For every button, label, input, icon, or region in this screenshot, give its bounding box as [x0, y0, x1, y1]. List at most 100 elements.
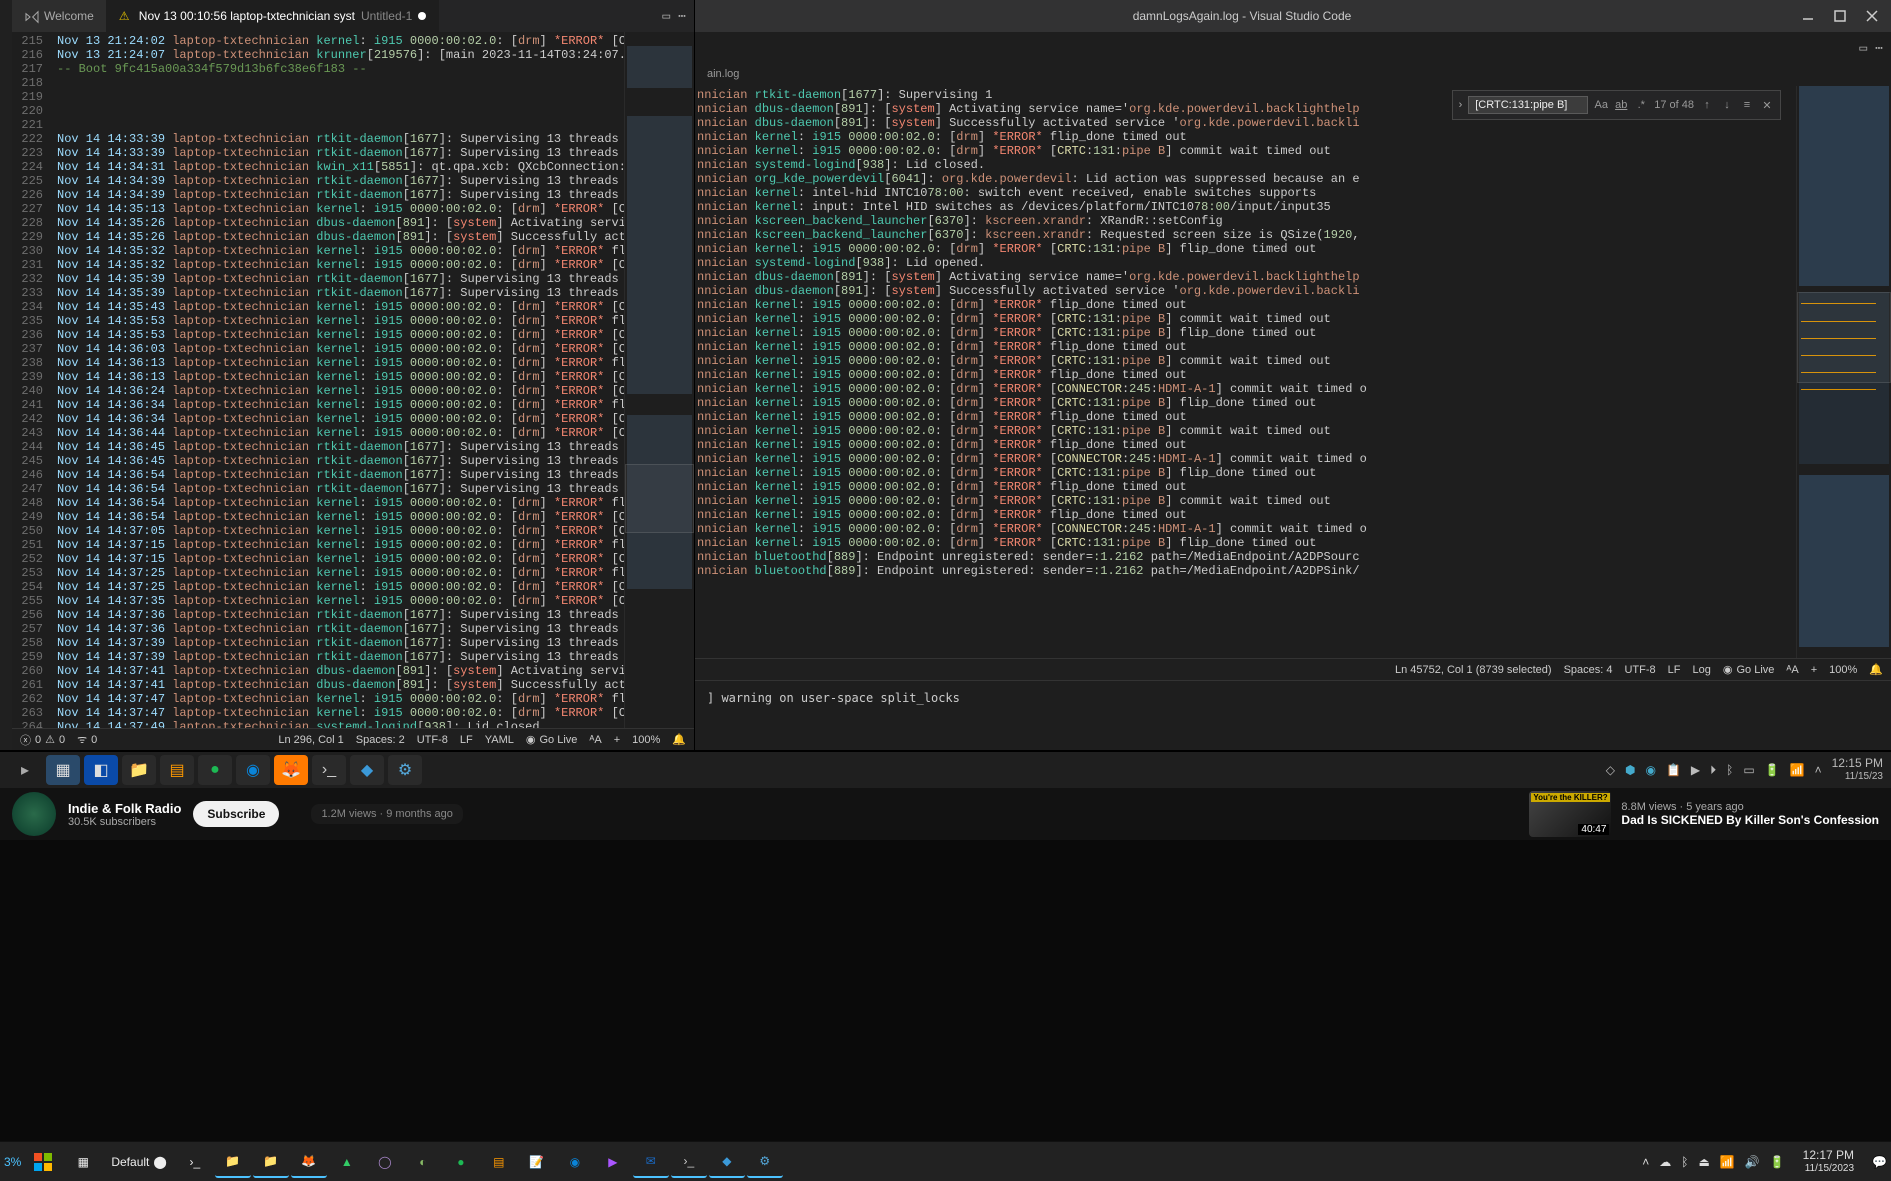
find-input[interactable]: [1468, 96, 1588, 114]
more-actions-icon[interactable]: ⋯: [1875, 41, 1883, 56]
tray-bluetooth-icon[interactable]: ᛒ: [1726, 763, 1733, 777]
tray-display-icon[interactable]: ▭: [1743, 763, 1754, 777]
status-bell-right[interactable]: 🔔: [1869, 663, 1883, 676]
spotify-task-icon[interactable]: ●: [443, 1146, 479, 1178]
tray-notify-icon[interactable]: ◇: [1606, 763, 1615, 777]
start-here-icon[interactable]: ◧: [84, 755, 118, 785]
maximize-button[interactable]: [1825, 4, 1855, 28]
status-cursor-left[interactable]: Ln 296, Col 1: [278, 734, 343, 746]
tray-chevron-icon[interactable]: ˄: [1815, 763, 1822, 777]
start-button[interactable]: [23, 1146, 63, 1178]
explorer2-task-icon[interactable]: 📁: [253, 1146, 289, 1178]
status-ports[interactable]: ᯤ0: [77, 732, 97, 747]
tray-bluetooth2-icon[interactable]: ᛒ: [1681, 1155, 1688, 1169]
minimize-button[interactable]: [1793, 4, 1823, 28]
files-icon[interactable]: 📁: [122, 755, 156, 785]
outlook-task-icon[interactable]: ✉: [633, 1146, 669, 1178]
find-next-icon[interactable]: ↓: [1720, 99, 1734, 111]
tray-batt2-icon[interactable]: 🔋: [1770, 1155, 1785, 1169]
subscribe-button[interactable]: Subscribe: [193, 801, 279, 827]
find-prev-icon[interactable]: ↑: [1700, 99, 1714, 111]
status-lang-left[interactable]: YAML: [485, 734, 514, 746]
taskmgr-icon[interactable]: ▦: [46, 755, 80, 785]
tray-wifi2-icon[interactable]: 📶: [1720, 1155, 1735, 1169]
breadcrumb-right[interactable]: ain.log: [695, 64, 1891, 86]
status-lang-right[interactable]: Log: [1693, 664, 1711, 676]
status-cursor-right[interactable]: Ln 45752, Col 1 (8739 selected): [1395, 664, 1552, 676]
layers-task-icon[interactable]: ▤: [481, 1146, 517, 1178]
status-bell-left[interactable]: 🔔: [672, 733, 686, 746]
terminal-icon[interactable]: ›_: [312, 755, 346, 785]
video-thumbnail[interactable]: You're the KILLER? 40:47: [1529, 791, 1611, 837]
vscode-task-icon[interactable]: ◆: [350, 755, 384, 785]
regex-icon[interactable]: .*: [1634, 99, 1648, 111]
tab-welcome[interactable]: Welcome: [12, 0, 107, 32]
taskview-button[interactable]: ▦: [65, 1146, 101, 1178]
explorer-task-icon[interactable]: 📁: [215, 1146, 251, 1178]
edge-task-icon[interactable]: ◉: [557, 1146, 593, 1178]
tray-shield-icon[interactable]: ⬢: [1625, 763, 1635, 777]
tray-battery-icon[interactable]: 🔋: [1765, 763, 1780, 777]
channel-avatar[interactable]: [12, 792, 56, 836]
status-golive-left[interactable]: ◉Go Live: [526, 733, 578, 746]
editor-left[interactable]: 2152162172182192202212222232242252262272…: [12, 32, 694, 728]
status-encoding-left[interactable]: UTF-8: [417, 734, 448, 746]
tab-untitled-log[interactable]: ⚠ Nov 13 00:10:56 laptop-txtechnician sy…: [107, 0, 440, 32]
video-title[interactable]: Dad Is SICKENED By Killer Son's Confessi…: [1621, 813, 1879, 827]
find-selection-icon[interactable]: ≡: [1740, 99, 1754, 111]
status-eol-left[interactable]: LF: [460, 734, 473, 746]
tray-discord-icon[interactable]: ◉: [1645, 763, 1655, 777]
settings-app-icon[interactable]: ⚙: [388, 755, 422, 785]
video-card-left[interactable]: 1.2M views · 9 months ago: [311, 804, 462, 824]
status-zoom-left[interactable]: 100%: [632, 734, 660, 746]
more-actions-icon[interactable]: ⋯: [678, 9, 686, 24]
status-aA-left[interactable]: ᴬA: [589, 734, 601, 746]
status-spaces-right[interactable]: Spaces: 4: [1564, 664, 1613, 676]
firefox-task-icon[interactable]: 🦊: [291, 1146, 327, 1178]
tray-playctl-icon[interactable]: ⏵: [1710, 763, 1716, 778]
taskbar-clock[interactable]: 12:17 PM 11/15/2023: [1795, 1148, 1862, 1176]
find-close-icon[interactable]: ✕: [1760, 99, 1774, 112]
tray-cloud-icon[interactable]: ☁: [1659, 1155, 1671, 1169]
tray-vol-icon[interactable]: 🔊: [1745, 1155, 1760, 1169]
notepad-task-icon[interactable]: 📝: [519, 1146, 555, 1178]
terminal-task-icon[interactable]: ›_: [177, 1146, 213, 1178]
channel-name[interactable]: Indie & Folk Radio: [68, 801, 181, 816]
spotify-icon[interactable]: ●: [198, 755, 232, 785]
whole-word-icon[interactable]: ab: [1614, 99, 1628, 111]
weather-widget[interactable]: 3%: [4, 1155, 21, 1169]
firefox-icon[interactable]: 🦊: [274, 755, 308, 785]
media-task-icon[interactable]: ▶: [595, 1146, 631, 1178]
split-editor-icon[interactable]: ▭: [662, 9, 670, 24]
code-area-left[interactable]: Nov 13 21:24:02 laptop-txtechnician kern…: [57, 32, 624, 728]
split-editor-icon[interactable]: ▭: [1859, 41, 1867, 56]
status-spaces-left[interactable]: Spaces: 2: [356, 734, 405, 746]
status-zoom-right[interactable]: 100%: [1829, 664, 1857, 676]
editor-right[interactable]: nnician rtkit-daemon[1677]: Supervising …: [695, 86, 1891, 658]
tray-clipboard-icon[interactable]: 📋: [1666, 763, 1681, 777]
status-zoom-plus-left[interactable]: +: [614, 734, 620, 746]
status-aA-right[interactable]: ᴬA: [1786, 664, 1798, 676]
minimap-left[interactable]: [624, 32, 694, 728]
profile-pill[interactable]: Default ⬤: [103, 1146, 174, 1178]
status-golive-right[interactable]: ◉Go Live: [1723, 663, 1775, 676]
vscode-task-icon[interactable]: ◆: [709, 1146, 745, 1178]
code-area-right[interactable]: nnician rtkit-daemon[1677]: Supervising …: [695, 86, 1796, 658]
status-encoding-right[interactable]: UTF-8: [1624, 664, 1655, 676]
tray-chevron-up-icon[interactable]: ˄: [1642, 1155, 1649, 1169]
vm-task-icon[interactable]: ◯: [367, 1146, 403, 1178]
terminal-panel[interactable]: ] warning on user-space split_locks: [695, 680, 1891, 750]
tray-eject-icon[interactable]: ⏏: [1698, 1155, 1709, 1169]
close-button[interactable]: [1857, 4, 1887, 28]
layers-icon[interactable]: ▤: [160, 755, 194, 785]
find-toggle-replace-icon[interactable]: ›: [1459, 99, 1463, 111]
minimap-right[interactable]: [1796, 86, 1891, 658]
edge-icon[interactable]: ◉: [236, 755, 270, 785]
gimp-task-icon[interactable]: ◐: [405, 1146, 441, 1178]
tray-play-icon[interactable]: ▶: [1691, 763, 1700, 777]
expand-icon[interactable]: ▸: [8, 755, 42, 785]
status-eol-right[interactable]: LF: [1668, 664, 1681, 676]
android-task-icon[interactable]: ▲: [329, 1146, 365, 1178]
match-case-icon[interactable]: Aa: [1594, 99, 1608, 111]
settings-task-icon[interactable]: ⚙: [747, 1146, 783, 1178]
